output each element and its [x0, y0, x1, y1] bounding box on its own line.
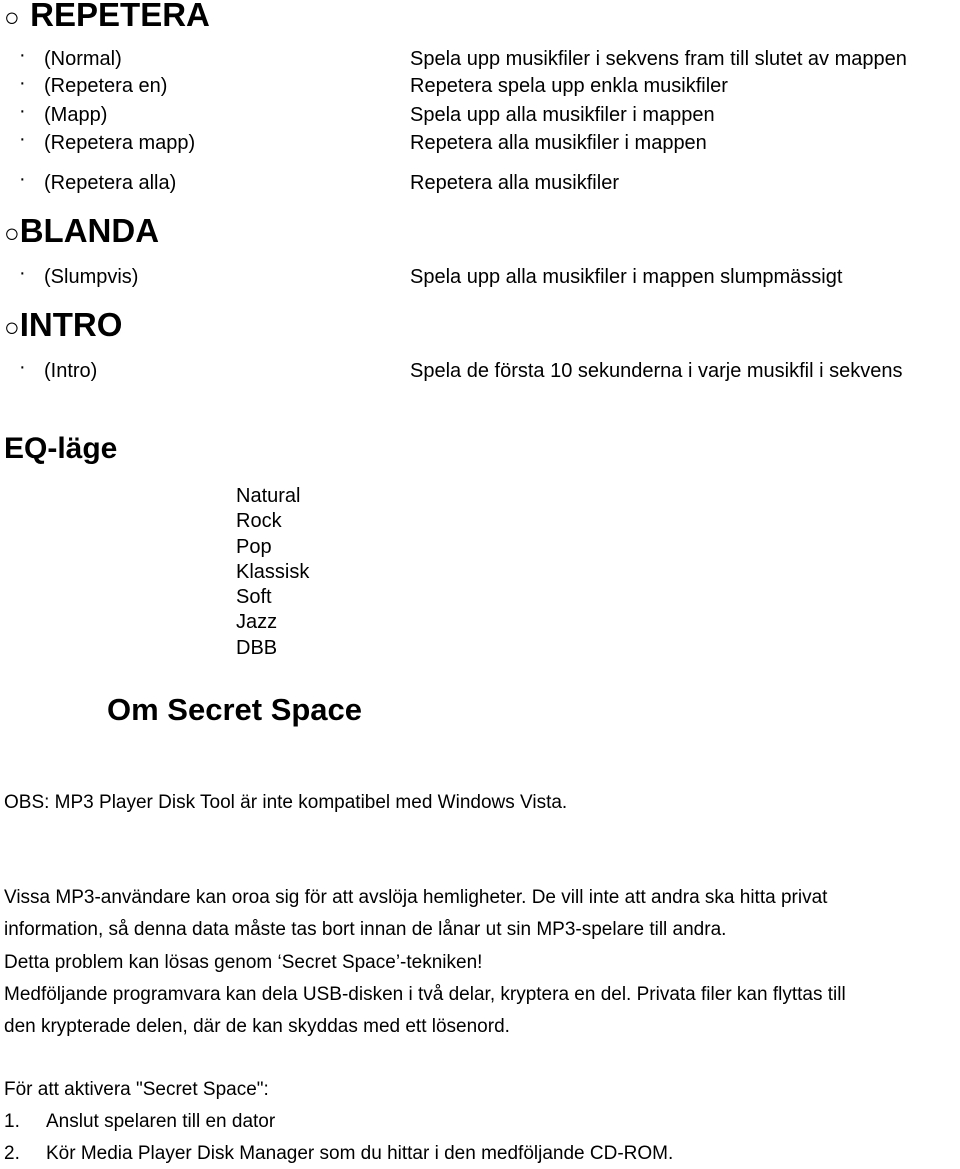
bullet-icon: · — [19, 168, 26, 190]
paragraph-line: Medföljande programvara kan dela USB-dis… — [4, 984, 846, 1005]
step-text: Anslut spelaren till en dator — [46, 1111, 276, 1132]
mode-description: Spela upp alla musikfiler i mappen slump… — [410, 266, 843, 288]
mode-label: (Intro) — [44, 360, 98, 382]
paragraph-line: den krypterade delen, där de kan skyddas… — [4, 1016, 510, 1037]
activate-title: För att aktivera "Secret Space": — [4, 1079, 269, 1100]
eq-mode: Jazz — [236, 611, 278, 634]
eq-mode: Natural — [236, 485, 301, 507]
mode-label: (Normal) — [44, 48, 122, 70]
bullet-icon: · — [19, 72, 26, 94]
mode-description: Repetera spela upp enkla musikfiler — [410, 75, 728, 97]
step-number: 2. — [4, 1143, 20, 1164]
bullet-icon: · — [19, 128, 26, 150]
section-heading-blanda: ○BLANDA — [4, 212, 159, 250]
bullet-icon: · — [19, 44, 26, 66]
secret-space-title: Om Secret Space — [107, 692, 363, 727]
mode-label: (Repetera alla) — [44, 172, 177, 194]
mode-label: (Mapp) — [44, 104, 108, 126]
vista-note: OBS: MP3 Player Disk Tool är inte kompat… — [4, 792, 568, 813]
bullet-icon: · — [19, 100, 26, 122]
mode-description: Spela de första 10 sekunderna i varje mu… — [410, 360, 903, 382]
paragraph-line: information, så denna data måste tas bor… — [4, 919, 727, 940]
section-title: INTRO — [19, 306, 123, 343]
eq-title: EQ-läge — [4, 432, 118, 465]
bullet-icon: · — [19, 356, 26, 378]
paragraph-line: Detta problem kan lösas genom ‘Secret Sp… — [4, 952, 483, 973]
eq-mode: Klassisk — [236, 560, 310, 583]
circle-bullet-icon: ○ — [4, 312, 20, 342]
mode-description: Spela upp alla musikfiler i mappen — [410, 104, 715, 126]
circle-bullet-icon: ○ — [4, 2, 20, 32]
eq-mode: Soft — [236, 586, 272, 609]
mode-label: (Repetera en) — [44, 75, 168, 97]
mode-description: Repetera alla musikfiler i mappen — [410, 132, 707, 154]
eq-mode: Rock — [236, 510, 282, 533]
mode-description: Spela upp musikfiler i sekvens fram till… — [410, 48, 907, 70]
section-title: BLANDA — [19, 212, 160, 249]
section-title: REPETERA — [30, 0, 210, 33]
mode-label: (Repetera mapp) — [44, 132, 196, 154]
eq-mode: DBB — [236, 636, 278, 659]
circle-bullet-icon: ○ — [4, 218, 20, 248]
mode-label: (Slumpvis) — [44, 266, 139, 288]
bullet-icon: · — [19, 262, 26, 284]
step-number: 1. — [4, 1111, 20, 1132]
section-heading-intro: ○INTRO — [4, 306, 122, 344]
mode-description: Repetera alla musikfiler — [410, 172, 619, 194]
eq-mode: Pop — [236, 535, 272, 558]
eq-mode-list: Natural Rock Pop Klassisk Soft Jazz DBB — [236, 484, 309, 661]
paragraph-line: Vissa MP3-användare kan oroa sig för att… — [4, 887, 828, 908]
section-heading-repetera: ○ REPETERA — [4, 0, 210, 34]
step-text: Kör Media Player Disk Manager som du hit… — [46, 1143, 674, 1164]
